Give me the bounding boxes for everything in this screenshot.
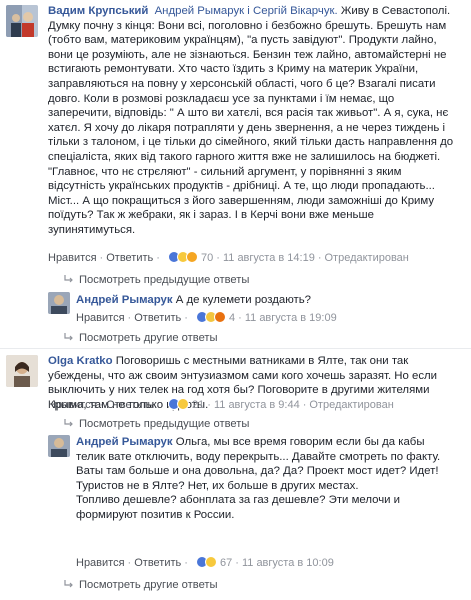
comment-line: заправляються на повну у херсонській обл…: [48, 77, 436, 90]
reply-link[interactable]: Ответить: [134, 312, 181, 324]
reply: Андрей Рымарук А де кулемети роздають? Н…: [48, 290, 471, 344]
view-more-replies[interactable]: Посмотреть другие ответы: [64, 578, 218, 592]
comment-line: Туристов не в Ялте? Нет, их больше в дру…: [76, 479, 359, 492]
comment-author[interactable]: Вадим Крупський: [48, 5, 148, 17]
comment-actions: Нравится · Ответить · 21 · 11 августа в 9:44 ·…: [48, 398, 394, 412]
comment-actions: Нравится · Ответить · 67 · 11 августа в 10:09: [76, 556, 334, 570]
comment-line: заперечити, відповідь: " А што ви хатєлі…: [48, 107, 449, 120]
reply-arrow-icon: [64, 419, 73, 427]
reactions-count[interactable]: 67: [220, 557, 232, 569]
comment-divider: [0, 348, 471, 349]
avatar[interactable]: [6, 5, 38, 37]
comment-line: Ваты там больше и она довольна, да? Да? …: [76, 465, 439, 478]
avatar[interactable]: [48, 292, 70, 314]
like-link[interactable]: Нравится: [48, 399, 97, 411]
comment-author[interactable]: Olga Kratko: [48, 355, 113, 367]
comment-line: телик вате отключить, воду перекрыть... …: [76, 450, 441, 463]
edited-label[interactable]: Отредактирован: [324, 252, 408, 264]
comment-line: хатєл. Я хочу до лікаря потрапляти у ден…: [48, 121, 446, 134]
reply-link[interactable]: Ответить: [106, 252, 153, 264]
comment-line: Ольга, мы все время говорим если бы да к…: [172, 436, 425, 448]
tagged-users[interactable]: Андрей Рымарук і Сергій Вікарчук.: [155, 5, 338, 17]
comment-line: Думку почну з кінця: Вони всі, поголовно…: [48, 19, 447, 32]
comment-line: встигають ремонтувати. Хто часто їздить …: [48, 63, 419, 76]
reply-arrow-icon: [64, 333, 73, 341]
avatar-image: [6, 5, 38, 37]
reply-link[interactable]: Ответить: [106, 399, 153, 411]
angry-reaction-icon: [213, 311, 226, 323]
view-more-replies[interactable]: Посмотреть другие ответы: [64, 331, 218, 345]
comment-author[interactable]: Андрей Рымарук: [76, 294, 173, 306]
comment-line: выключить у них телек на год хотя бы? По…: [48, 384, 430, 397]
reply-body: Андрей Рымарук Ольга, мы все время говор…: [76, 435, 468, 523]
comment-line: "Главноє, что нє стрєляют" - сильний арг…: [48, 165, 402, 178]
sad-reaction-icon: [185, 251, 198, 263]
reactions-summary[interactable]: [167, 251, 198, 265]
comment-line: тільки з талоном, і це тільки до сімейно…: [48, 136, 454, 149]
comment-line: зупинятимуться.: [48, 223, 136, 236]
view-more-replies-label: Посмотреть другие ответы: [79, 332, 218, 344]
comment-body: Вадим Крупський Андрей Рымарук і Сергій …: [48, 4, 468, 238]
comment-line: убеждены, что аж своим энтузиазмом сами …: [48, 369, 438, 382]
reactions-summary[interactable]: [167, 398, 189, 412]
comment-line: вони це розуміють, але не зізнаються. Бе…: [48, 48, 447, 61]
view-previous-replies[interactable]: Посмотреть предыдущие ответы: [64, 273, 249, 287]
comment-actions: Нравится · Ответить · 4 · 11 августа в 19:09: [76, 311, 337, 325]
reply: Андрей Рымарук Ольга, мы все время говор…: [48, 432, 471, 600]
avatar-image: [48, 435, 70, 457]
comment-timestamp[interactable]: 11 августа в 14:19: [223, 252, 315, 264]
comment-line: довго. Коли в розмові розкладаєш усе за …: [48, 92, 395, 105]
like-link[interactable]: Нравится: [76, 557, 125, 569]
view-previous-replies[interactable]: Посмотреть предыдущие ответы: [64, 417, 249, 431]
comment-author[interactable]: Андрей Рымарук: [76, 436, 173, 448]
reactions-count[interactable]: 70: [201, 252, 213, 264]
comment: Вадим Крупський Андрей Рымарук і Сергій …: [0, 0, 471, 300]
comment-line: Поговоришь с местными ватниками в Ялте, …: [112, 355, 409, 367]
comment-line: відсутність українських продуктів - дріб…: [48, 180, 435, 193]
haha-reaction-icon: [204, 556, 217, 568]
avatar[interactable]: [6, 355, 38, 387]
comment-line: Топливо дешевле? абонплата за газ дешевл…: [76, 494, 401, 507]
edited-label[interactable]: Отредактирован: [309, 399, 393, 411]
comment-line: Міст... А що покращиться з його завершен…: [48, 194, 435, 207]
comment-timestamp[interactable]: 11 августа в 9:44: [214, 399, 300, 411]
reactions-count[interactable]: 4: [229, 312, 235, 324]
haha-reaction-icon: [176, 398, 189, 410]
like-link[interactable]: Нравится: [76, 312, 125, 324]
like-link[interactable]: Нравится: [48, 252, 97, 264]
reply-arrow-icon: [64, 275, 73, 283]
comment-line: А де кулемети роздають?: [172, 294, 311, 306]
comment-line: формируют позитив к России.: [76, 508, 235, 521]
view-previous-replies-label: Посмотреть предыдущие ответы: [79, 418, 250, 430]
comment-line: (тобто вам, материковим українцям), "а п…: [48, 34, 437, 47]
reactions-summary[interactable]: [195, 556, 217, 570]
avatar-image: [6, 355, 38, 387]
avatar[interactable]: [48, 435, 70, 457]
comment-line: поїдуть? Так ж жебраки, як і зараз. І в …: [48, 209, 374, 222]
reply-body: Андрей Рымарук А де кулемети роздають?: [76, 293, 466, 308]
comment-line: Живу в Севастополі.: [337, 5, 451, 17]
comment-timestamp[interactable]: 11 августа в 10:09: [242, 557, 334, 569]
view-previous-replies-label: Посмотреть предыдущие ответы: [79, 274, 250, 286]
view-more-replies-label: Посмотреть другие ответы: [79, 579, 218, 591]
comment-line: спеціаліста, яких від такого гарного жит…: [48, 150, 441, 163]
reactions-count[interactable]: 21: [192, 399, 204, 411]
avatar-image: [48, 292, 70, 314]
reply-link[interactable]: Ответить: [134, 557, 181, 569]
reactions-summary[interactable]: [195, 311, 226, 325]
comment-actions: Нравится · Ответить · 70 · 11 августа в 14:19…: [48, 251, 409, 265]
comment-timestamp[interactable]: 11 августа в 19:09: [245, 312, 337, 324]
reply-arrow-icon: [64, 580, 73, 588]
